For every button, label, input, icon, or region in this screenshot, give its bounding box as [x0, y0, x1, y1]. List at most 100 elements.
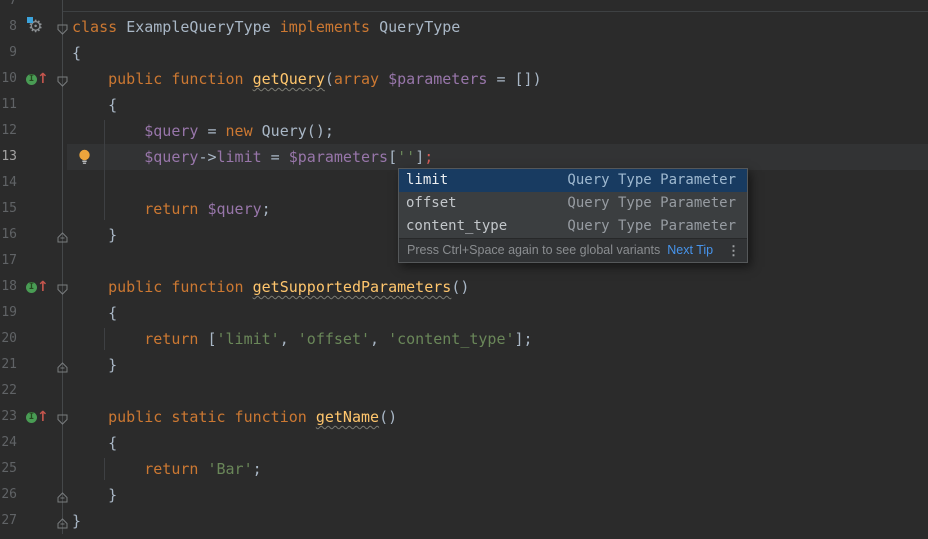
code-line[interactable]: 10 I↑ public function getQuery(array $par… — [0, 66, 928, 92]
code-token — [379, 70, 388, 88]
line-number[interactable]: 9 — [0, 40, 17, 66]
code-token — [72, 330, 144, 348]
fold-end-icon[interactable] — [56, 515, 69, 528]
code-token: public static function — [108, 408, 316, 426]
fold-start-icon[interactable] — [56, 73, 69, 86]
code-token — [72, 460, 144, 478]
blue-badge — [27, 17, 33, 23]
line-number[interactable]: 13 — [0, 144, 17, 170]
line-number[interactable]: 26 — [0, 482, 17, 508]
implements-marker-icon[interactable]: I↑ — [26, 404, 48, 430]
completion-item[interactable]: limitQuery Type Parameter — [399, 169, 747, 192]
code-token: } — [72, 226, 117, 244]
code-token: ( — [325, 70, 334, 88]
code-token: = — [198, 122, 225, 140]
code-line[interactable]: 9{ — [0, 40, 928, 66]
code-line[interactable]: 23 I↑ public static function getName() — [0, 404, 928, 430]
code-token: $query — [144, 122, 198, 140]
code-line[interactable]: 19 { — [0, 300, 928, 326]
completion-item[interactable]: offsetQuery Type Parameter — [399, 192, 747, 215]
gear-icon[interactable]: ⚙ — [26, 14, 48, 40]
code-line[interactable]: 21 } — [0, 352, 928, 378]
code-line[interactable]: 20 return ['limit', 'offset', 'content_t… — [0, 326, 928, 352]
line-number[interactable]: 11 — [0, 92, 17, 118]
code-token: -> — [198, 148, 216, 166]
code-token: '' — [397, 148, 415, 166]
code-line[interactable]: 25 return 'Bar'; — [0, 456, 928, 482]
line-number[interactable]: 15 — [0, 196, 17, 222]
code-line[interactable]: 24 { — [0, 430, 928, 456]
code-line[interactable]: 18 I↑ public function getSupportedParamet… — [0, 274, 928, 300]
completion-item-type: Query Type Parameter — [567, 192, 736, 215]
code-token: } — [72, 486, 117, 504]
code-token: public function — [108, 278, 253, 296]
fold-end-icon[interactable] — [56, 229, 69, 242]
line-number[interactable]: 10 — [0, 66, 17, 92]
line-number[interactable]: 18 — [0, 274, 17, 300]
line-number[interactable]: 16 — [0, 222, 17, 248]
completion-hint-bar: Press Ctrl+Space again to see global var… — [399, 238, 747, 262]
code-token: getQuery — [253, 70, 325, 88]
completion-list[interactable]: limitQuery Type ParameteroffsetQuery Typ… — [399, 169, 747, 238]
code-line[interactable]: 12 $query = new Query(); — [0, 118, 928, 144]
completion-item[interactable]: content_typeQuery Type Parameter — [399, 215, 747, 238]
code-token: 'offset' — [298, 330, 370, 348]
code-token: class — [72, 18, 126, 36]
code-token — [72, 70, 108, 88]
line-number[interactable]: 21 — [0, 352, 17, 378]
code-token: array — [334, 70, 379, 88]
line-number[interactable]: 22 — [0, 378, 17, 404]
code-token: $parameters — [388, 70, 487, 88]
implements-marker-icon[interactable]: I↑ — [26, 66, 48, 92]
code-token: new — [226, 122, 253, 140]
code-text: { — [72, 430, 117, 456]
code-token: } — [72, 356, 117, 374]
code-token: () — [379, 408, 397, 426]
line-number[interactable]: 17 — [0, 248, 17, 274]
code-line[interactable]: 26 } — [0, 482, 928, 508]
code-token: , — [280, 330, 298, 348]
code-line[interactable]: 7 — [0, 0, 928, 14]
line-number[interactable]: 20 — [0, 326, 17, 352]
fold-start-icon[interactable] — [56, 21, 69, 34]
fold-end-icon[interactable] — [56, 489, 69, 502]
implements-icon-body: I↑ — [26, 274, 48, 300]
code-text: public function getSupportedParameters() — [72, 274, 469, 300]
completion-item-name: limit — [406, 172, 448, 188]
code-line[interactable]: 27} — [0, 508, 928, 534]
code-text: $query = new Query(); — [72, 118, 334, 144]
code-token: implements — [280, 18, 379, 36]
implements-circle-icon: I — [26, 282, 37, 293]
line-number[interactable]: 8 — [0, 14, 17, 40]
code-line[interactable]: 11 { — [0, 92, 928, 118]
code-token — [72, 408, 108, 426]
line-number[interactable]: 25 — [0, 456, 17, 482]
line-number[interactable]: 12 — [0, 118, 17, 144]
code-line[interactable]: 13 $query->limit = $parameters['']; — [0, 144, 928, 170]
line-number[interactable]: 7 — [0, 0, 17, 14]
code-line[interactable]: 22 — [0, 378, 928, 404]
fold-end-icon[interactable] — [56, 359, 69, 372]
code-token: limit — [217, 148, 262, 166]
code-line[interactable]: 8⚙class ExampleQueryType implements Quer… — [0, 14, 928, 40]
fold-start-icon[interactable] — [56, 281, 69, 294]
code-token — [72, 278, 108, 296]
fold-start-icon[interactable] — [56, 411, 69, 424]
code-token: ; — [424, 148, 433, 166]
implements-marker-icon[interactable]: I↑ — [26, 274, 48, 300]
code-text: public static function getName() — [72, 404, 397, 430]
code-token: ExampleQueryType — [126, 18, 280, 36]
code-text: } — [72, 508, 81, 534]
completion-hint-text: Press Ctrl+Space again to see global var… — [407, 243, 660, 257]
line-number[interactable]: 23 — [0, 404, 17, 430]
line-number[interactable]: 24 — [0, 430, 17, 456]
next-tip-link[interactable]: Next Tip — [667, 243, 713, 257]
line-number[interactable]: 19 — [0, 300, 17, 326]
code-token: return — [144, 460, 198, 478]
code-token: = — [262, 148, 289, 166]
kebab-menu-icon[interactable]: ⋮ — [727, 239, 740, 262]
line-number[interactable]: 14 — [0, 170, 17, 196]
line-number[interactable]: 27 — [0, 508, 17, 534]
code-token: public function — [108, 70, 253, 88]
code-token — [72, 200, 144, 218]
